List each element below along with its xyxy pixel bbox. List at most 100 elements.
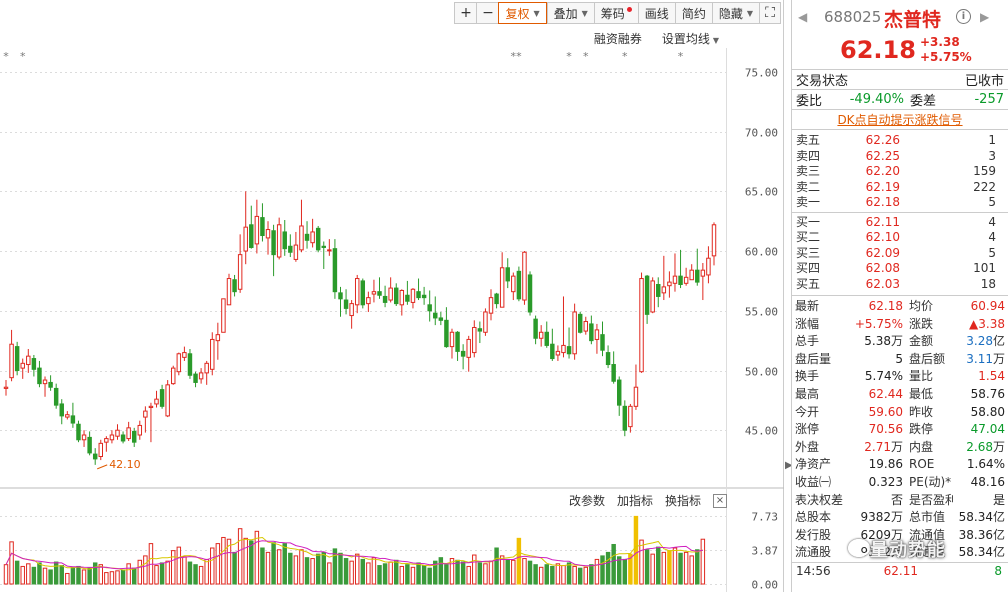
stat-number: 3.28 [966,334,993,349]
stat-value: ▲3.38 [953,316,1005,334]
candle-body [176,353,182,373]
add-indicator-button[interactable]: 加指标 [617,492,653,509]
candle-body [421,294,427,299]
volume-bar [566,562,572,585]
ask-price: 62.19 [865,179,900,194]
price-axis-label: 70.00 [745,127,778,140]
candle-body [9,343,14,379]
volume-bar [109,571,115,585]
stat-row: 净资产 19.86 ROE 1.64% [792,456,1008,474]
draw-line-button[interactable]: 画线 [637,2,675,24]
bid-label: 买三 [796,245,821,260]
info-icon[interactable]: i [956,9,971,24]
zoom-in-button[interactable]: + [454,2,477,24]
candle-body [126,427,131,440]
candle-body [115,429,120,437]
switch-indicator-button[interactable]: 换指标 [665,492,701,509]
ask-row[interactable]: 卖一 62.18 5 [792,195,1008,211]
zoom-out-button[interactable]: − [476,2,499,24]
stat-unit: 亿 [992,527,1005,542]
stat-value: 70.56 [843,421,903,439]
volume-bar [572,565,577,585]
volume-bar [87,567,92,585]
overlay-button[interactable]: 叠加 ▼ [546,2,594,24]
volume-bar [42,567,48,585]
ask-price: 62.26 [865,133,900,147]
ma-settings-label: 设置均线 [661,32,710,46]
volume-bar [37,562,42,585]
candle-body [527,274,533,313]
candle-body [226,278,232,306]
margin-trading-link[interactable]: 融资融券 [594,30,642,47]
ask-row[interactable]: 卖三 62.20 159 [792,164,1008,180]
volume-bar [589,564,594,585]
bid-row[interactable]: 买一 62.11 4 [792,215,1008,231]
volume-bar [354,553,360,585]
candle-body [572,311,577,355]
candle-body [600,334,605,351]
candle-body [143,410,148,418]
ask-row[interactable]: 卖四 62.25 3 [792,149,1008,165]
fuquan-label: 复权 [505,6,530,21]
weicha-value: -257 [974,92,1004,107]
change-params-button[interactable]: 改参数 [569,492,605,509]
candle-body [343,299,349,309]
weibi-label: 委比 [796,94,823,109]
stat-value: 58.34亿 [953,544,1005,562]
next-stock-icon[interactable]: ▶ [980,10,989,24]
stat-value: 59.60 [843,404,903,422]
chip-distribution-button[interactable]: 筹码 [593,2,638,24]
stat-row: 外盘 2.71万 内盘 2.68万 [792,439,1008,457]
stat-row: 换手 5.74% 量比 1.54 [792,368,1008,386]
event-marker-icon: * [678,50,684,63]
fullscreen-button[interactable]: ⛶ [759,2,781,24]
candle-body [53,387,59,406]
prev-stock-icon[interactable]: ◀ [798,10,807,24]
stat-row: 涨停 70.56 跌停 47.04 [792,421,1008,439]
stat-value: 1.54 [953,368,1005,386]
candle-body [561,344,566,354]
fuquan-button[interactable]: 复权 ▼ [498,2,547,24]
bid-row[interactable]: 买二 62.10 4 [792,230,1008,246]
candle-body [260,217,265,237]
candle-body [460,350,466,357]
ask-row[interactable]: 卖二 62.19 222 [792,180,1008,196]
stat-value: 0.323 [843,474,903,492]
stat-label: 总股本 [795,510,832,525]
volume-bar [516,537,522,585]
candle-body [672,275,678,284]
volume-bar [104,572,109,585]
stat-unit: 万 [890,510,903,525]
hide-button[interactable]: 隐藏 ▼ [711,2,759,24]
bid-row[interactable]: 买四 62.08 101 [792,261,1008,277]
volume-bar [48,569,53,585]
volume-bar [254,530,260,585]
dk-signal-link[interactable]: DK点自动提示涨跌信号 [792,110,1008,130]
stat-unit: 亿 [992,545,1005,560]
kline-chart-area[interactable]: 75.00 70.00 65.00 60.00 55.00 50.00 45.00 7.73 3… [0,0,784,592]
stat-unit: 万 [992,351,1005,366]
bid-row[interactable]: 买三 62.09 5 [792,246,1008,262]
candle-body [706,257,711,276]
volume-bar [249,540,254,585]
candle-body [48,381,53,388]
stat-value: 48.16 [953,474,1005,492]
bid-row[interactable]: 买五 62.03 18 [792,277,1008,293]
volume-bar [343,558,349,585]
bid-vol: 4 [988,214,996,229]
volume-bar [299,549,304,585]
stat-number: 9382 [860,510,891,525]
close-indicator-icon[interactable]: × [713,493,727,508]
simple-mode-button[interactable]: 简约 [674,2,712,24]
volume-bar [377,565,382,585]
stat-row: 涨幅 +5.75% 涨跌 ▲3.38 [792,316,1008,334]
volume-bar [204,558,209,585]
ask-row[interactable]: 卖五 62.26 1 [792,133,1008,149]
volume-bar [26,563,31,585]
volume-bar [315,553,321,585]
volume-bar [483,563,488,585]
candle-body [59,403,64,417]
ask-label: 卖四 [796,148,821,163]
stat-row: 总股本 9382万 总市值 58.34亿 [792,509,1008,527]
ma-settings-button[interactable]: 设置均线 ▼ [662,30,719,47]
